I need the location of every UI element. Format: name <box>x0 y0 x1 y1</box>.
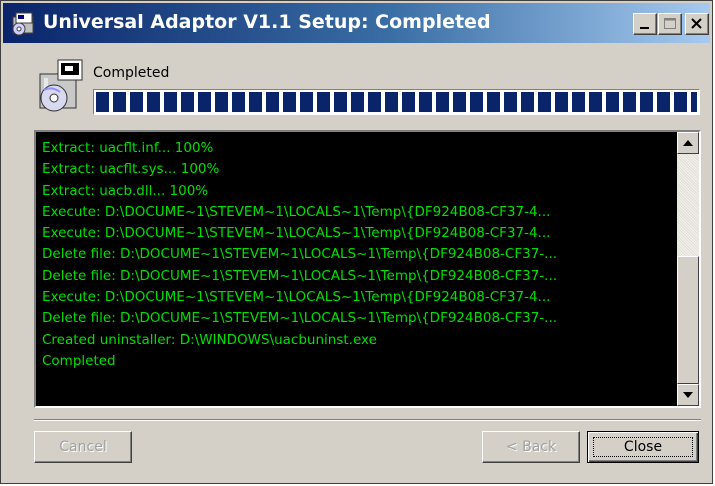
log-line: Execute: D:\DOCUME~1\STEVEM~1\LOCALS~1\T… <box>42 203 551 220</box>
close-button-label: Close <box>623 439 663 455</box>
log-line: Extract: uacflt.sys... 100% <box>42 161 220 178</box>
log-line: Created uninstaller: D:\WINDOWS\uacbunin… <box>42 331 377 348</box>
scroll-thumb[interactable] <box>677 256 699 384</box>
details-log[interactable]: Extract: uacflt.inf... 100% Extract: uac… <box>34 130 701 408</box>
log-line: Delete file: D:\DOCUME~1\STEVEM~1\LOCALS… <box>42 267 558 284</box>
maximize-icon <box>664 18 676 29</box>
arrow-down-icon <box>683 392 693 398</box>
log-line: Delete file: D:\DOCUME~1\STEVEM~1\LOCALS… <box>42 246 558 263</box>
minimize-button[interactable] <box>633 13 657 35</box>
log-line: Extract: uacflt.inf... 100% <box>42 140 214 156</box>
scroll-down-button[interactable] <box>677 384 699 406</box>
title-bar[interactable]: Universal Adaptor V1.1 Setup: Completed <box>3 3 710 43</box>
footer-divider <box>34 419 701 421</box>
close-button[interactable]: Close <box>587 431 699 463</box>
minimize-icon <box>640 27 649 29</box>
installer-disc-icon <box>39 59 83 112</box>
progress-fill <box>96 92 697 112</box>
cancel-button[interactable]: Cancel <box>34 431 132 463</box>
scroll-up-button[interactable] <box>677 132 699 154</box>
back-button[interactable]: < Back <box>482 431 580 463</box>
installer-window: Universal Adaptor V1.1 Setup: Completed <box>0 0 713 484</box>
log-list: Extract: uacflt.inf... 100% Extract: uac… <box>42 138 668 372</box>
vertical-scrollbar[interactable] <box>677 132 699 406</box>
status-text: Completed <box>93 65 170 81</box>
arrow-up-icon <box>683 140 693 146</box>
maximize-button[interactable] <box>658 13 682 35</box>
log-line: Execute: D:\DOCUME~1\STEVEM~1\LOCALS~1\T… <box>42 289 551 306</box>
window-title: Universal Adaptor V1.1 Setup: Completed <box>43 11 491 33</box>
progress-bar <box>93 89 700 115</box>
log-line: Completed <box>42 352 116 369</box>
close-window-button[interactable] <box>685 13 709 35</box>
close-icon <box>691 18 702 29</box>
installer-app-icon <box>12 12 34 36</box>
log-line: Execute: D:\DOCUME~1\STEVEM~1\LOCALS~1\T… <box>42 225 551 242</box>
log-line: Extract: uacb.dll... 100% <box>42 182 209 199</box>
log-line: Delete file: D:\DOCUME~1\STEVEM~1\LOCALS… <box>42 310 558 327</box>
